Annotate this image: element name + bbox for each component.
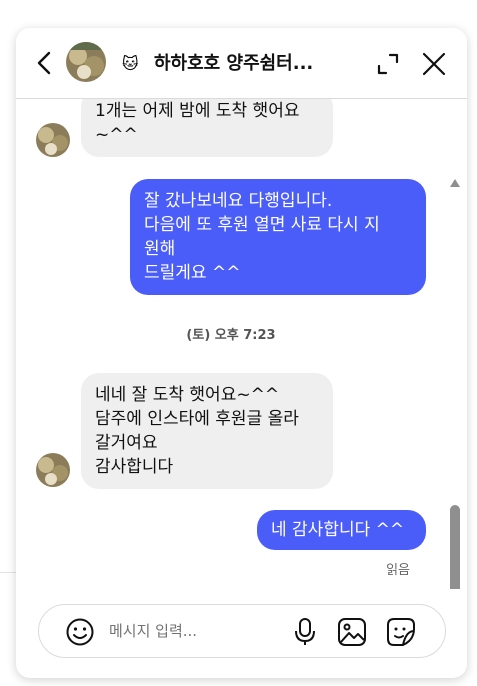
microphone-icon[interactable] xyxy=(291,617,319,647)
smile-icon[interactable] xyxy=(65,617,95,647)
close-icon[interactable] xyxy=(420,50,448,78)
cat-emoji-icon: 🐱 xyxy=(122,54,139,73)
outgoing-message: 네 감사합니다 ^^ xyxy=(257,510,426,550)
chat-window: 🐱 하하호호 양주쉼터... 1개는 어제 밤에 도착 햇어요 ~^^ 잘 갔나… xyxy=(16,28,467,678)
message-input[interactable]: 메시지 입력... xyxy=(109,620,197,641)
sender-avatar[interactable] xyxy=(36,453,70,487)
message-timestamp: (토) 오후 7:23 xyxy=(186,328,276,343)
expand-icon[interactable] xyxy=(376,52,400,76)
back-arrow-icon[interactable] xyxy=(32,50,58,76)
scroll-up-arrow-icon[interactable] xyxy=(450,179,460,187)
read-receipt: 읽음 xyxy=(386,563,410,578)
scrollbar-thumb[interactable] xyxy=(450,505,460,589)
incoming-message: 네네 잘 도착 햇어요~^^ 담주에 인스타에 후원글 올라 갈거여요 감사합니… xyxy=(81,373,333,489)
chat-title[interactable]: 하하호호 양주쉼터... xyxy=(154,49,313,75)
header-avatar[interactable] xyxy=(66,42,106,82)
sender-avatar[interactable] xyxy=(36,123,70,157)
message-list[interactable]: 1개는 어제 밤에 도착 햇어요 ~^^ 잘 갔나보네요 다행입니다. 다음에 … xyxy=(16,99,467,589)
chat-header: 🐱 하하호호 양주쉼터... xyxy=(16,28,467,99)
sticker-icon[interactable] xyxy=(386,617,416,647)
message-composer[interactable]: 메시지 입력... xyxy=(38,604,446,658)
photo-icon[interactable] xyxy=(337,617,367,647)
incoming-message: 1개는 어제 밤에 도착 햇어요 ~^^ xyxy=(81,99,333,157)
outgoing-message: 잘 갔나보네요 다행입니다. 다음에 또 후원 열면 사료 다시 지 원해 드릴… xyxy=(130,179,426,295)
